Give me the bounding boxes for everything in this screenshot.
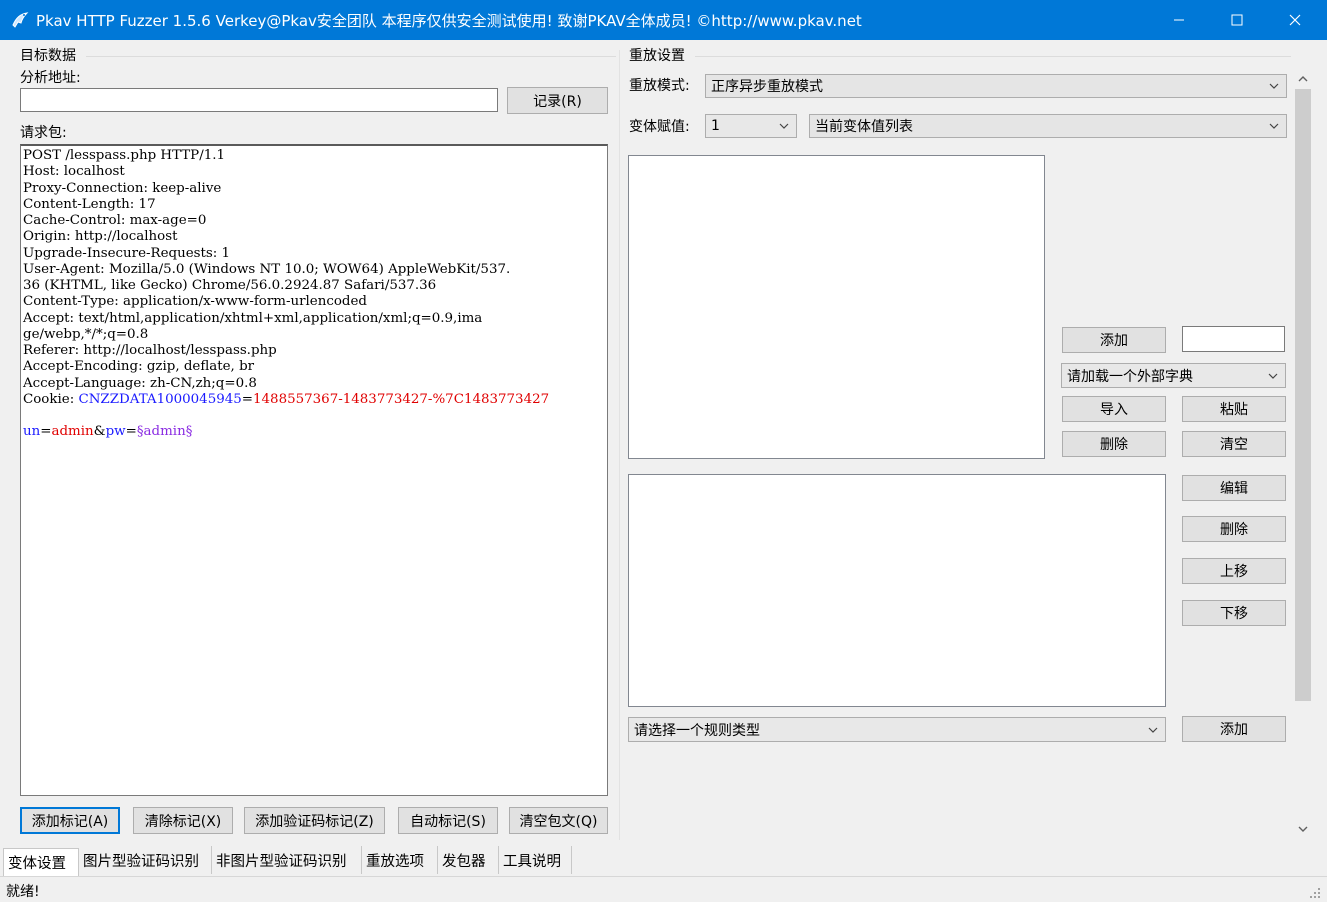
tab-nonimage-captcha[interactable]: 非图片型验证码识别 <box>212 846 362 874</box>
replay-mode-value: 正序异步重放模式 <box>711 79 823 95</box>
request-line: Content-Type: application/x-www-form-url… <box>23 294 367 310</box>
status-bar: 就绪! <box>0 876 1327 902</box>
request-line: POST /lesspass.php HTTP/1.1 <box>23 148 225 163</box>
address-input[interactable] <box>20 88 498 112</box>
title-bar: Pkav HTTP Fuzzer 1.5.6 Verkey@Pkav安全团队 本… <box>0 0 1327 40</box>
maximize-button[interactable] <box>1208 0 1266 40</box>
request-label: 请求包: <box>20 125 67 141</box>
minimize-icon <box>1174 19 1184 21</box>
chevron-down-icon <box>1269 83 1279 89</box>
request-line: User-Agent: Mozilla/5.0 (Windows NT 10.0… <box>23 261 511 277</box>
request-line: Content-Length: 17 <box>23 196 156 212</box>
edit-rule-button[interactable]: 编辑 <box>1182 475 1286 501</box>
dictionary-select[interactable]: 请加载一个外部字典 <box>1061 363 1286 388</box>
cookie-eq: = <box>241 391 254 407</box>
request-line: Accept-Language: zh-CN,zh;q=0.8 <box>23 375 257 391</box>
var-list-select[interactable]: 当前变体值列表 <box>809 114 1287 138</box>
replay-group-label: 重放设置 <box>629 48 685 64</box>
var-list-value: 当前变体值列表 <box>815 119 913 135</box>
cookie-prefix: Cookie: <box>23 391 79 407</box>
body-amp: & <box>93 424 106 440</box>
record-button[interactable]: 记录(R) <box>507 87 608 114</box>
body-key-un: un <box>23 424 41 440</box>
request-line: Proxy-Connection: keep-alive <box>23 180 222 196</box>
rule-list[interactable] <box>628 474 1166 707</box>
tab-variant-settings[interactable]: 变体设置 <box>3 848 79 876</box>
add-captcha-mark-button[interactable]: 添加验证码标记(Z) <box>244 807 385 834</box>
resize-grip-icon[interactable] <box>1307 885 1321 899</box>
request-line: Origin: http://localhost <box>23 229 178 245</box>
add-mark-button[interactable]: 添加标记(A) <box>20 807 120 834</box>
add-rule-button[interactable]: 添加 <box>1182 716 1286 742</box>
var-index-value: 1 <box>711 118 720 134</box>
request-line: ge/webp,*/*;q=0.8 <box>23 326 149 342</box>
address-label: 分析地址: <box>20 70 81 86</box>
request-line: Accept: text/html,application/xhtml+xml,… <box>23 310 483 326</box>
cookie-name: CNZZDATA1000045945 <box>78 391 242 407</box>
close-button[interactable] <box>1266 0 1324 40</box>
tab-image-captcha[interactable]: 图片型验证码识别 <box>79 846 212 874</box>
request-line: Cache-Control: max-age=0 <box>23 213 207 228</box>
add-value-button[interactable]: 添加 <box>1062 327 1166 353</box>
maximize-icon <box>1231 14 1243 26</box>
chevron-down-icon <box>1268 373 1278 379</box>
var-index-select[interactable]: 1 <box>705 114 797 138</box>
body-line: un=admin&pw=§admin§ <box>23 424 607 440</box>
paste-button[interactable]: 粘贴 <box>1182 396 1286 422</box>
right-pane-scrollbar[interactable] <box>1294 69 1312 839</box>
status-text: 就绪! <box>6 884 40 900</box>
clear-packet-button[interactable]: 清空包文(Q) <box>509 807 608 834</box>
rule-type-select[interactable]: 请选择一个规则类型 <box>628 717 1166 742</box>
cookie-value: 1488557367-1483773427-%7C1483773427 <box>253 391 550 407</box>
scrollbar-thumb[interactable] <box>1295 89 1311 701</box>
request-lines: POST /lesspass.php HTTP/1.1 Host: localho… <box>23 148 607 392</box>
rule-type-select-value: 请选择一个规则类型 <box>634 722 760 739</box>
replay-group-divider <box>695 56 1291 57</box>
move-down-button[interactable]: 下移 <box>1182 600 1286 626</box>
target-group-divider <box>86 56 616 57</box>
body-eq-1: = <box>40 424 52 440</box>
var-assign-label: 变体赋值: <box>629 119 690 135</box>
clear-values-button[interactable]: 清空 <box>1182 431 1286 457</box>
bottom-tab-bar: 变体设置 图片型验证码识别 非图片型验证码识别 重放选项 发包器 工具说明 <box>0 846 1327 876</box>
request-line: 36 (KHTML, like Gecko) Chrome/56.0.2924.… <box>23 278 437 293</box>
delete-value-button[interactable]: 删除 <box>1062 431 1166 457</box>
replay-mode-select[interactable]: 正序异步重放模式 <box>705 74 1287 98</box>
request-editor[interactable]: POST /lesspass.php HTTP/1.1 Host: localho… <box>20 144 608 796</box>
body-value-un: admin <box>51 424 94 440</box>
window-title: Pkav HTTP Fuzzer 1.5.6 Verkey@Pkav安全团队 本… <box>36 12 862 30</box>
bird-icon <box>12 12 29 28</box>
auto-mark-button[interactable]: 自动标记(S) <box>398 807 498 834</box>
cookie-line: Cookie: CNZZDATA1000045945=1488557367-14… <box>23 392 607 408</box>
minimize-button[interactable] <box>1150 0 1208 40</box>
tab-tool-help[interactable]: 工具说明 <box>499 846 572 874</box>
clear-mark-button[interactable]: 清除标记(X) <box>133 807 233 834</box>
chevron-down-icon <box>1269 123 1279 129</box>
tab-replay-options[interactable]: 重放选项 <box>362 846 438 874</box>
tab-packet-sender[interactable]: 发包器 <box>438 846 499 874</box>
replay-mode-label: 重放模式: <box>629 78 690 94</box>
request-line: Accept-Encoding: gzip, deflate, br <box>23 359 255 375</box>
request-line: Host: localhost <box>23 164 125 180</box>
chevron-down-icon <box>779 123 789 129</box>
body-key-pw: pw <box>105 424 126 440</box>
import-button[interactable]: 导入 <box>1062 396 1166 422</box>
delete-rule-button[interactable]: 删除 <box>1182 516 1286 542</box>
dictionary-select-value: 请加载一个外部字典 <box>1067 368 1193 385</box>
chevron-up-icon[interactable] <box>1297 73 1309 85</box>
target-group-label: 目标数据 <box>20 48 76 64</box>
pane-divider <box>619 50 620 840</box>
chevron-down-icon[interactable] <box>1297 823 1309 835</box>
move-up-button[interactable]: 上移 <box>1182 558 1286 584</box>
body-marked-value: §admin§ <box>136 424 193 440</box>
add-value-input[interactable] <box>1182 326 1285 352</box>
request-line: Upgrade-Insecure-Requests: 1 <box>23 245 231 261</box>
request-line: Referer: http://localhost/lesspass.php <box>23 343 277 358</box>
chevron-down-icon <box>1148 727 1158 733</box>
close-icon <box>1289 14 1301 26</box>
variant-value-list[interactable] <box>628 155 1045 459</box>
body-eq-2: = <box>125 424 137 440</box>
